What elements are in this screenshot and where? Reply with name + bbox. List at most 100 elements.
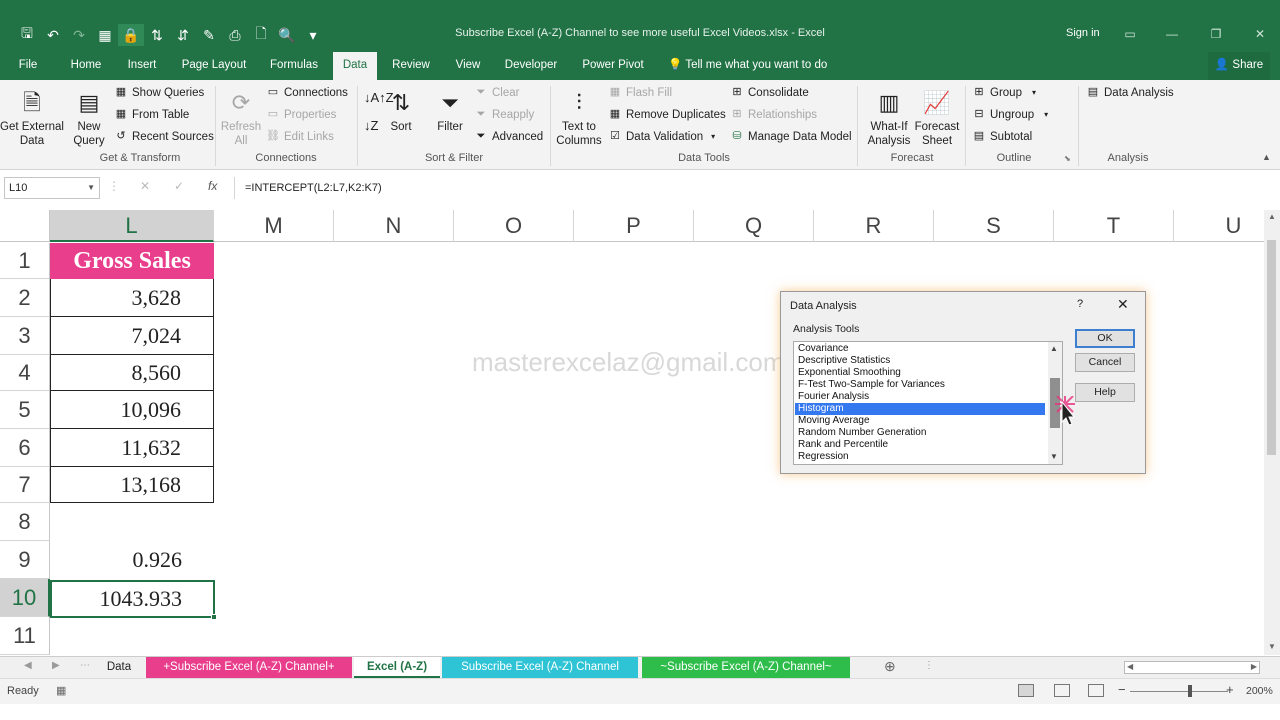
sign-in-link[interactable]: Sign in [1066, 27, 1100, 39]
zoom-in-icon[interactable]: + [1226, 682, 1234, 697]
relationships-button[interactable]: ⊞ Relationships [730, 108, 817, 121]
macro-record-icon[interactable]: ▦ [56, 684, 66, 697]
sheet-tab-excel-az[interactable]: Excel (A-Z) [354, 657, 440, 678]
row-header[interactable]: 3 [0, 317, 50, 355]
tab-power-pivot[interactable]: Power Pivot [576, 52, 650, 80]
data-validation-button[interactable]: ☑ Data Validation ▾ [608, 130, 715, 143]
data-analysis-button[interactable]: ▤ Data Analysis [1086, 86, 1174, 99]
horizontal-scrollbar[interactable]: ◀ ▶ [1124, 661, 1260, 674]
cell-l5[interactable]: 10,096 [50, 391, 214, 429]
scroll-up-icon[interactable]: ▲ [1050, 344, 1058, 353]
tab-insert[interactable]: Insert [120, 52, 164, 80]
list-item[interactable]: Moving Average [795, 415, 1045, 427]
scroll-up-icon[interactable]: ▲ [1268, 212, 1276, 221]
column-header[interactable]: Q [694, 210, 814, 242]
new-query-button[interactable]: ▤ New Query [66, 88, 112, 148]
scrollbar-thumb[interactable] [1267, 240, 1276, 455]
close-icon[interactable]: ✕ [1117, 296, 1129, 313]
tab-formulas[interactable]: Formulas [264, 52, 324, 80]
print-preview-icon[interactable]: 🔍 [274, 24, 300, 46]
new-file-icon[interactable]: 🗋 [248, 24, 274, 46]
list-item[interactable]: Random Number Generation [795, 427, 1045, 439]
sheet-tab-data[interactable]: Data [98, 657, 140, 678]
close-window-icon[interactable]: ✕ [1240, 24, 1280, 44]
enter-icon[interactable]: ✓ [174, 179, 184, 193]
name-box[interactable]: L10 ▼ [4, 177, 100, 199]
scroll-right-icon[interactable]: ▶ [1251, 662, 1257, 671]
list-item[interactable]: Fourier Analysis [795, 391, 1045, 403]
forecast-sheet-button[interactable]: 📈 Forecast Sheet [914, 88, 960, 148]
cell-l3[interactable]: 7,024 [50, 317, 214, 355]
row-header[interactable]: 7 [0, 467, 50, 503]
tell-me-search[interactable]: 💡 Tell me what you want to do [668, 52, 827, 80]
formula-input[interactable]: =INTERCEPT(L2:L7,K2:K7) [234, 177, 1264, 199]
tab-view[interactable]: View [448, 52, 488, 80]
advanced-button[interactable]: ⏷ Advanced [474, 130, 544, 143]
column-header[interactable]: N [334, 210, 454, 242]
sort-desc-icon[interactable]: ⇵ [170, 24, 196, 46]
print-icon[interactable]: ⎙ [222, 24, 248, 46]
select-all-corner[interactable] [0, 210, 50, 242]
row-header[interactable]: 8 [0, 503, 50, 541]
ungroup-button[interactable]: ⊟ Ungroup ▾ [972, 108, 1048, 121]
group-button[interactable]: ⊞ Group ▾ [972, 86, 1036, 99]
column-header[interactable]: T [1054, 210, 1174, 242]
sheet-tab-subscribe-2[interactable]: Subscribe Excel (A-Z) Channel [442, 657, 638, 678]
list-item[interactable]: Covariance [795, 343, 1045, 355]
cancel-icon[interactable]: ✕ [140, 179, 150, 193]
column-header[interactable]: O [454, 210, 574, 242]
list-item[interactable]: F-Test Two-Sample for Variances [795, 379, 1045, 391]
normal-view-icon[interactable] [1018, 684, 1034, 697]
page-layout-view-icon[interactable] [1054, 684, 1070, 697]
restore-icon[interactable]: ❐ [1196, 24, 1236, 44]
properties-button[interactable]: ▭ Properties [266, 108, 337, 121]
prev-sheet-icon[interactable]: ◀ [24, 660, 32, 671]
zoom-out-icon[interactable]: − [1118, 682, 1126, 697]
vertical-scrollbar[interactable]: ▲ ▼ [1264, 210, 1280, 655]
page-break-view-icon[interactable] [1088, 684, 1104, 697]
refresh-all-button[interactable]: ⟳ Refresh All [218, 88, 264, 148]
clear-button[interactable]: ⏷ Clear [474, 86, 520, 99]
sheet-tab-subscribe-3[interactable]: ~Subscribe Excel (A-Z) Channel~ [642, 657, 850, 678]
cell-l4[interactable]: 8,560 [50, 355, 214, 391]
row-header[interactable]: 5 [0, 391, 50, 429]
edit-links-button[interactable]: ⛓ Edit Links [266, 130, 334, 143]
row-header[interactable]: 2 [0, 279, 50, 317]
more-sheets-icon[interactable]: ⋯ [80, 660, 90, 671]
get-external-data-button[interactable]: 🗎 Get External Data [0, 88, 64, 148]
gross-sales-header-cell[interactable]: Gross Sales [50, 243, 214, 279]
scroll-down-icon[interactable]: ▼ [1050, 452, 1058, 461]
tab-developer[interactable]: Developer [500, 52, 562, 80]
show-queries-button[interactable]: ▦ Show Queries [114, 86, 204, 99]
row-header[interactable]: 1 [0, 243, 50, 279]
table-icon[interactable]: ▦ [92, 24, 118, 46]
redo-icon[interactable]: ↷ [66, 24, 92, 46]
connections-button[interactable]: ▭ Connections [266, 86, 348, 99]
column-header[interactable]: M [214, 210, 334, 242]
flash-fill-button[interactable]: ▦ Flash Fill [608, 86, 672, 99]
list-item[interactable]: Rank and Percentile [795, 439, 1045, 451]
column-header[interactable]: L [50, 210, 214, 242]
sort-asc-icon[interactable]: ⇅ [144, 24, 170, 46]
format-painter-icon[interactable]: ✎ [196, 24, 222, 46]
help-button[interactable]: Help [1075, 383, 1135, 402]
cancel-button[interactable]: Cancel [1075, 353, 1135, 372]
cell-l7[interactable]: 13,168 [50, 467, 214, 503]
insert-function-icon[interactable]: fx [208, 179, 217, 193]
reapply-button[interactable]: ⏷ Reapply [474, 108, 535, 121]
list-item-selected[interactable]: Histogram [795, 403, 1045, 415]
ok-button[interactable]: OK [1075, 329, 1135, 348]
sort-button[interactable]: ⇅ Sort [384, 88, 418, 134]
sort-za-icon[interactable]: ↓Z [364, 118, 378, 133]
consolidate-button[interactable]: ⊞ Consolidate [730, 86, 808, 99]
scroll-left-icon[interactable]: ◀ [1127, 662, 1133, 671]
minimize-icon[interactable]: — [1152, 24, 1192, 44]
what-if-analysis-button[interactable]: ▥ What-If Analysis [864, 88, 914, 148]
add-sheet-icon[interactable]: ⊕ [884, 658, 896, 675]
share-button[interactable]: 👤 Share [1208, 52, 1270, 80]
analysis-tools-list[interactable]: Covariance Descriptive Statistics Expone… [793, 341, 1063, 465]
dialog-launcher-icon[interactable]: ⬊ [1064, 154, 1071, 163]
collapse-ribbon-icon[interactable]: ▲ [1262, 152, 1271, 162]
remove-duplicates-button[interactable]: ▦ Remove Duplicates [608, 108, 726, 121]
customize-icon[interactable]: ▾ [300, 24, 326, 46]
